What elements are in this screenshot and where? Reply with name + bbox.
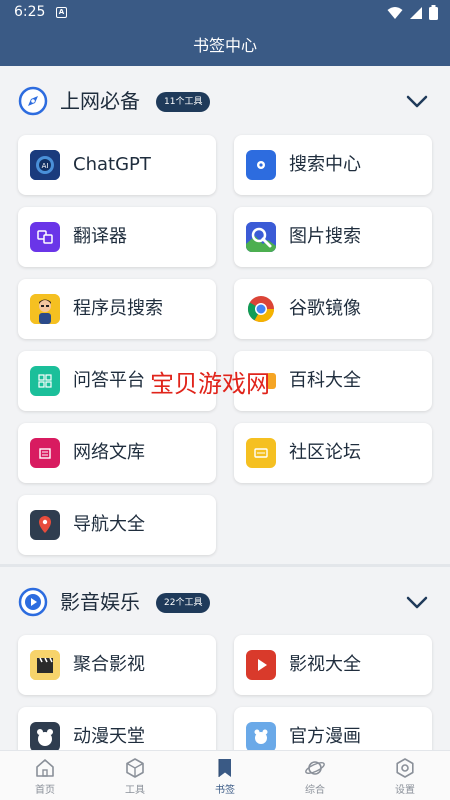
qa-icon (30, 366, 60, 396)
bookmark-navigation[interactable]: 导航大全 (18, 495, 216, 555)
bookmark-label: 动漫天堂 (73, 726, 145, 747)
nav-label: 首页 (35, 785, 55, 796)
bookmark-label: 搜索中心 (289, 154, 361, 175)
status-bar: 6:25 A (0, 0, 450, 26)
bookmark-label: 程序员搜索 (73, 298, 163, 319)
clapperboard-icon (30, 650, 60, 680)
nav-label: 综合 (305, 785, 325, 796)
bookmark-label: ChatGPT (73, 154, 151, 175)
signal-icon (410, 6, 422, 19)
bookmark-video-collection[interactable]: 影视大全 (234, 635, 432, 695)
bookmark-programmer-search[interactable]: 程序员搜索 (18, 279, 216, 339)
bookmark-label: 影视大全 (289, 654, 361, 675)
bookmark-label: 网络文库 (73, 442, 145, 463)
bookmark-list[interactable]: 上网必备 11个工具 AI ChatGPT 搜索中心 翻译器 图片搜索 程序员搜… (0, 66, 450, 750)
status-time: 6:25 (14, 4, 46, 20)
chevron-down-icon[interactable] (406, 593, 428, 611)
section-header-entertainment[interactable]: 影音娱乐 22个工具 (0, 567, 450, 637)
bookmark-label: 聚合影视 (73, 654, 145, 675)
nav-settings[interactable]: 设置 (360, 751, 450, 800)
bookmark-chatgpt[interactable]: AI ChatGPT (18, 135, 216, 195)
bookmark-label: 官方漫画 (289, 726, 361, 747)
nav-tools[interactable]: 工具 (90, 751, 180, 800)
page-title: 书签中心 (192, 36, 257, 55)
bookmark-online-library[interactable]: 网络文库 (18, 423, 216, 483)
home-icon (36, 759, 54, 777)
section-header-essentials[interactable]: 上网必备 11个工具 (0, 66, 450, 136)
settings-icon (396, 758, 414, 778)
cube-icon (126, 758, 144, 778)
section-title: 影音娱乐 (60, 590, 140, 614)
wifi-icon (387, 6, 403, 19)
bookmark-label: 社区论坛 (289, 442, 361, 463)
nav-label: 工具 (125, 785, 145, 796)
bookmark-qa-platform[interactable]: 问答平台 (18, 351, 216, 411)
notification-icon: A (56, 7, 67, 18)
nav-label: 设置 (395, 785, 415, 796)
status-icons (387, 5, 438, 20)
nav-bookmarks[interactable]: 书签 (180, 751, 270, 800)
svg-text:AI: AI (42, 162, 49, 170)
chrome-icon (246, 294, 276, 324)
bookmark-anime-heaven[interactable]: 动漫天堂 (18, 707, 216, 750)
battery-icon (429, 5, 438, 20)
bookmark-label: 图片搜索 (289, 226, 361, 247)
chatgpt-icon: AI (30, 150, 60, 180)
library-icon (30, 438, 60, 468)
bookmark-label: 问答平台 (73, 370, 145, 391)
bookmark-encyclopedia[interactable]: 百科大全 (234, 351, 432, 411)
anime-icon (30, 722, 60, 750)
play-icon (246, 650, 276, 680)
app-bar: 书签中心 (0, 26, 450, 66)
image-search-icon (246, 222, 276, 252)
nav-home[interactable]: 首页 (0, 751, 90, 800)
encyclopedia-icon (246, 366, 276, 396)
compass-icon (18, 86, 48, 116)
bookmark-google-mirror[interactable]: 谷歌镜像 (234, 279, 432, 339)
media-play-icon (18, 587, 48, 617)
bookmark-icon (218, 759, 231, 777)
programmer-icon (30, 294, 60, 324)
chevron-down-icon[interactable] (406, 92, 428, 110)
nav-general[interactable]: 综合 (270, 751, 360, 800)
forum-icon (246, 438, 276, 468)
bookmark-community-forum[interactable]: 社区论坛 (234, 423, 432, 483)
search-center-icon (246, 150, 276, 180)
bookmark-label: 导航大全 (73, 514, 145, 535)
nav-label: 书签 (215, 785, 235, 796)
tool-count-badge: 22个工具 (156, 593, 211, 613)
bottom-nav: 首页 工具 书签 综合 设置 (0, 750, 450, 800)
planet-icon (305, 761, 325, 775)
bookmark-label: 百科大全 (289, 370, 361, 391)
translate-icon (30, 222, 60, 252)
bookmark-label: 翻译器 (73, 226, 127, 247)
tool-count-badge: 11个工具 (156, 92, 211, 112)
bookmark-translator[interactable]: 翻译器 (18, 207, 216, 267)
bookmark-search-center[interactable]: 搜索中心 (234, 135, 432, 195)
bookmark-label: 谷歌镜像 (289, 298, 361, 319)
map-pin-icon (30, 510, 60, 540)
bookmark-image-search[interactable]: 图片搜索 (234, 207, 432, 267)
comics-icon (246, 722, 276, 750)
bookmark-aggregate-video[interactable]: 聚合影视 (18, 635, 216, 695)
section-title: 上网必备 (60, 89, 140, 113)
bookmark-official-comics[interactable]: 官方漫画 (234, 707, 432, 750)
